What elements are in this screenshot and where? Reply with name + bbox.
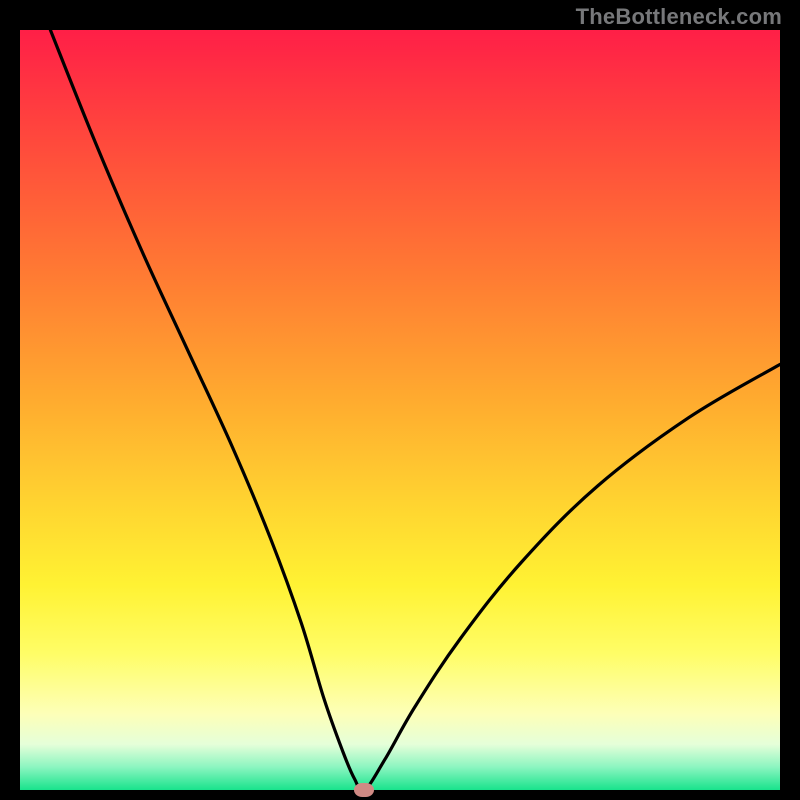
chart-container: TheBottleneck.com xyxy=(0,0,800,800)
bottleneck-curve xyxy=(20,30,780,790)
plot-area xyxy=(20,30,780,790)
optimum-marker xyxy=(354,783,374,797)
watermark-text: TheBottleneck.com xyxy=(576,4,782,30)
